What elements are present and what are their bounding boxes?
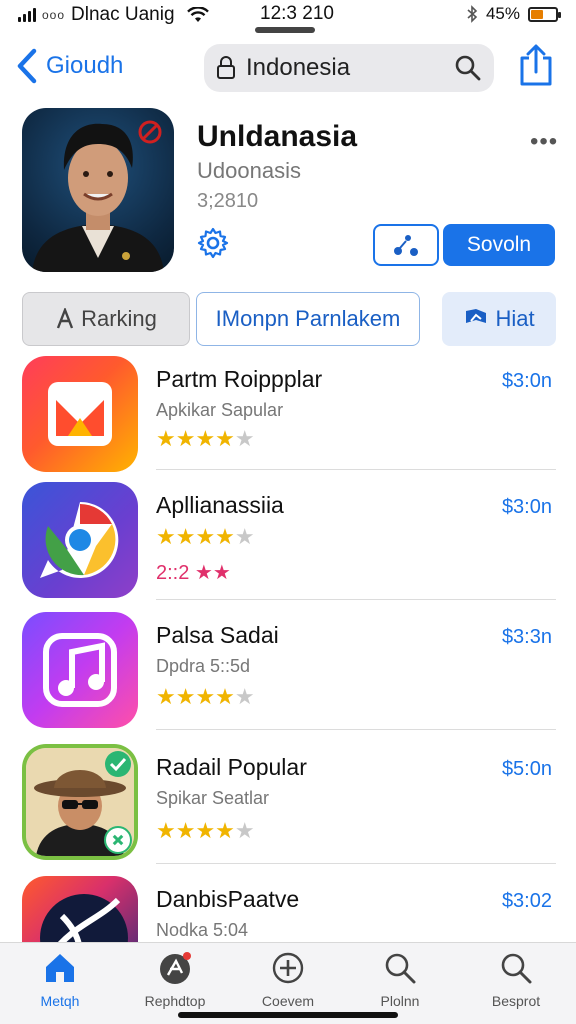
app-name: Palsa Sadai	[156, 622, 279, 648]
list-item[interactable]: Partm Roippplar Apkikar Sapular ★★★★★ $3…	[0, 352, 576, 482]
segment-popular-label: IMonpn Parnlakem	[215, 306, 401, 331]
rating-stars: ★★★★★	[156, 684, 255, 709]
tab-search-label: Plolnn	[380, 993, 420, 1009]
divider	[156, 729, 556, 730]
developer-avatar	[22, 108, 174, 272]
home-indicator	[178, 1012, 398, 1018]
gear-icon[interactable]	[196, 226, 230, 260]
app-icon-portrait	[22, 744, 138, 860]
search-field[interactable]: Indonesia	[204, 44, 494, 92]
segment-ranking-label: Rarking	[81, 306, 157, 331]
tab-apps[interactable]: Rephdtop	[125, 951, 225, 1013]
price-button[interactable]: $3:02	[502, 890, 552, 913]
divider	[156, 863, 556, 864]
search-icon	[501, 953, 532, 984]
divider	[156, 469, 556, 470]
music-note-icon	[43, 633, 117, 707]
back-button[interactable]: Gioudh	[16, 48, 123, 84]
price-button[interactable]: $3:0n	[502, 370, 552, 393]
share-nodes-icon	[394, 235, 418, 256]
app-subtitle: Dpdra 5::5d	[156, 656, 251, 676]
plus-circle-icon	[272, 952, 304, 984]
list-item[interactable]: Radail Popular Spikar Seatlar ★★★★★ $5:0…	[0, 740, 576, 870]
carrier-name: Dlnac Uanig	[71, 4, 175, 25]
app-name: Radail Popular	[156, 754, 307, 780]
divider	[156, 599, 556, 600]
segment-row: Rarking IMonpn Parnlakem Hiat	[22, 292, 556, 348]
ranking-icon	[55, 308, 75, 330]
price-button[interactable]: $5:0n	[502, 758, 552, 781]
app-icon-music	[22, 612, 138, 728]
search-icon[interactable]	[454, 54, 482, 82]
status-left: ooo Dlnac Uanig	[18, 4, 209, 26]
tab-report-label: Besprot	[491, 993, 541, 1009]
segment-ranking[interactable]: Rarking	[22, 292, 190, 346]
chrome-chat-icon	[40, 501, 119, 578]
app-subtitle: Nodka 5:04	[156, 920, 249, 940]
mail-music-icon	[48, 382, 112, 446]
tab-home-label: Metqh	[40, 993, 80, 1009]
bluetooth-icon	[467, 5, 478, 23]
segment-chart-label: Hiat	[495, 306, 535, 331]
notch-indicator	[255, 27, 315, 33]
app-subtitle: Spikar Seatlar	[156, 788, 270, 808]
tab-home[interactable]: Metqh	[10, 951, 110, 1013]
status-right: 45%	[466, 4, 561, 24]
primary-action-button[interactable]: Sovoln	[443, 224, 555, 266]
signal-dots: ooo	[42, 8, 66, 22]
tab-bar: Metqh Rephdtop Coevem Plolnn Besprot	[0, 942, 576, 1024]
status-bar: ooo Dlnac Uanig 12:3 210 45%	[0, 0, 576, 33]
wifi-icon	[186, 7, 209, 22]
lock-icon	[217, 56, 235, 79]
search-icon	[385, 953, 416, 984]
nav-bar: Gioudh Indonesia	[0, 40, 576, 96]
more-options-button[interactable]: •••	[530, 128, 558, 156]
portrait-image	[32, 120, 164, 272]
flag-icon	[463, 307, 489, 331]
tab-add[interactable]: Coevem	[238, 951, 338, 1013]
app-header: Unldanasia Udoonasis 3;2810 ••• Sovoln	[22, 108, 558, 278]
status-time: 12:3 210	[260, 3, 334, 24]
price-button[interactable]: $3:3n	[502, 626, 552, 649]
app-meta: 3;2810	[197, 190, 259, 212]
app-title: Unldanasia	[197, 120, 358, 153]
hat-portrait-icon	[26, 748, 134, 856]
price-button[interactable]: $3:0n	[502, 496, 552, 519]
signal-icon	[18, 8, 36, 22]
rating-stars: ★★★★★	[156, 524, 255, 549]
rating-stars: ★★★★★	[156, 426, 255, 451]
app-name: Apllianassiia	[156, 492, 284, 518]
app-subtitle: Udoonasis	[197, 158, 301, 183]
tab-add-label: Coevem	[261, 993, 315, 1009]
segment-chart[interactable]: Hiat	[442, 292, 556, 346]
rating-stars: ★★★★★	[156, 818, 255, 843]
segment-popular[interactable]: IMonpn Parnlakem	[196, 292, 420, 346]
battery-percent: 45%	[485, 4, 520, 23]
home-icon	[46, 954, 74, 982]
tab-search[interactable]: Plolnn	[350, 951, 450, 1013]
secondary-rating: 2::2 ★★	[156, 562, 231, 584]
tab-report[interactable]: Besprot	[466, 951, 566, 1013]
battery-icon	[528, 6, 561, 22]
app-name: Partm Roippplar	[156, 366, 323, 392]
list-item[interactable]: Palsa Sadai Dpdra 5::5d ★★★★★ $3:3n	[0, 608, 576, 738]
app-subtitle: Apkikar Sapular	[156, 400, 284, 420]
app-name: DanbisPaatve	[156, 886, 300, 912]
link-button[interactable]	[373, 224, 439, 266]
chevron-left-icon	[17, 48, 37, 84]
list-item[interactable]: Apllianassiia ★★★★★ 2::2 ★★ $3:0n	[0, 478, 576, 608]
tab-apps-label: Rephdtop	[144, 993, 206, 1009]
back-label: Gioudh	[46, 52, 124, 79]
battery-fill	[531, 9, 543, 19]
search-text: Indonesia	[246, 54, 351, 81]
app-icon-mail	[22, 356, 138, 472]
share-icon[interactable]	[516, 44, 556, 88]
app-icon-chat	[22, 482, 138, 598]
apps-icon	[160, 952, 191, 984]
